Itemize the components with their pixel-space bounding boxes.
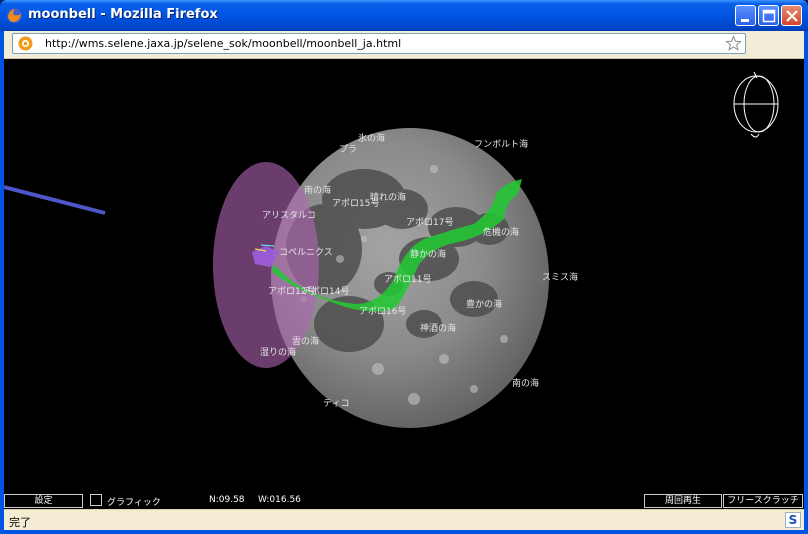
browser-window: moonbell - Mozilla Firefox http://wms.se… — [0, 0, 808, 534]
label-rain-sea[interactable]: 雨の海 — [304, 183, 331, 196]
url-bar[interactable]: http://wms.selene.jaxa.jp/selene_sok/moo… — [12, 33, 746, 54]
maximize-icon — [762, 9, 776, 23]
star-icon[interactable] — [725, 35, 742, 52]
label-south-sea[interactable]: 南の海 — [512, 376, 539, 389]
label-apollo-15[interactable]: アポロ15号 — [332, 196, 379, 209]
label-nectar-sea[interactable]: 神酒の海 — [420, 321, 456, 334]
maximize-button[interactable] — [758, 5, 779, 26]
navigation-bar: http://wms.selene.jaxa.jp/selene_sok/moo… — [4, 31, 804, 59]
north-coordinate: N:09.58 — [209, 495, 245, 505]
label-humboldt-sea[interactable]: フンボルト海 — [474, 137, 528, 150]
graphic-label: グラフィック — [107, 498, 161, 508]
compass-icon[interactable] — [733, 71, 779, 138]
settings-button[interactable]: 設定 — [4, 494, 83, 508]
window-bottom-border — [0, 530, 808, 534]
label-fertility-sea[interactable]: 豊かの海 — [466, 297, 502, 310]
status-bar: 完了 S — [4, 509, 804, 531]
url-text: http://wms.selene.jaxa.jp/selene_sok/moo… — [45, 37, 402, 50]
label-ice-sea[interactable]: 氷の海 — [358, 131, 385, 144]
label-copernicus[interactable]: コペルニクス — [279, 245, 333, 258]
label-moisture-sea[interactable]: 湿りの海 — [260, 345, 296, 358]
free-scratch-button[interactable]: フリースクラッチ — [723, 494, 803, 508]
label-tycho[interactable]: ティコ — [323, 396, 349, 409]
title-bar[interactable]: moonbell - Mozilla Firefox — [0, 0, 808, 31]
minimize-button[interactable] — [735, 5, 756, 26]
label-cloud-sea[interactable]: 雲の海 — [292, 334, 319, 347]
firefox-icon — [7, 8, 22, 23]
window-title: moonbell - Mozilla Firefox — [28, 7, 218, 22]
moon-viewer[interactable]: 氷の海 フンボルト海 プラ 雨の海 晴れの海 アポロ15号 アリスタルコ アポロ… — [4, 59, 804, 509]
orbit-line — [4, 185, 106, 215]
minimize-icon — [741, 19, 749, 22]
close-icon — [786, 10, 798, 22]
label-apollo-11[interactable]: アポロ11号 — [384, 272, 431, 285]
label-plato[interactable]: プラ — [339, 142, 357, 155]
orbit-replay-button[interactable]: 周回再生 — [644, 494, 722, 508]
label-tranquility-sea[interactable]: 静かの海 — [410, 247, 446, 260]
west-coordinate: W:016.56 — [258, 495, 301, 505]
site-favicon-icon — [18, 36, 33, 51]
addon-s-icon[interactable]: S — [785, 512, 801, 528]
label-smith-sea[interactable]: スミス海 — [542, 270, 578, 283]
label-crisis-sea[interactable]: 危機の海 — [483, 225, 519, 238]
close-button[interactable] — [781, 5, 802, 26]
status-text: 完了 — [9, 516, 31, 529]
label-apollo-17[interactable]: アポロ17号 — [406, 215, 453, 228]
label-apollo-14[interactable]: アポロ14号 — [302, 284, 349, 297]
label-apollo-16[interactable]: アポロ16号 — [359, 304, 406, 317]
label-aristarchus[interactable]: アリスタルコ — [262, 208, 316, 221]
graphic-checkbox[interactable] — [90, 494, 102, 506]
viewer-control-bar: 設定 グラフィック N:09.58 W:016.56 周回再生 フリースクラッチ — [4, 493, 804, 509]
